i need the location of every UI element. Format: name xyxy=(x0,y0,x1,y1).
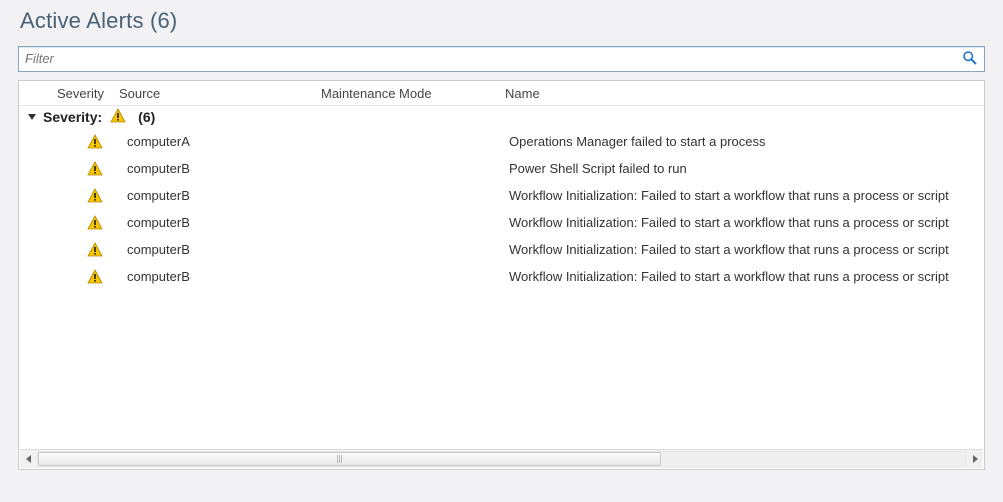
group-count: (6) xyxy=(138,109,155,125)
cell-source: computerB xyxy=(115,215,327,230)
warning-icon xyxy=(75,215,115,231)
warning-icon xyxy=(75,161,115,177)
column-header-source[interactable]: Source xyxy=(117,86,319,101)
collapse-icon[interactable] xyxy=(27,109,37,125)
page-title: Active Alerts (6) xyxy=(18,0,985,46)
table-row[interactable]: computerB Workflow Initialization: Failed… xyxy=(19,236,984,263)
cell-source: computerB xyxy=(115,188,327,203)
warning-icon xyxy=(75,242,115,258)
cell-name: Workflow Initialization: Failed to start… xyxy=(509,269,984,284)
column-header-name[interactable]: Name xyxy=(503,86,984,101)
table-row[interactable]: computerB Power Shell Script failed to ru… xyxy=(19,155,984,182)
scroll-track[interactable] xyxy=(37,451,966,467)
horizontal-scrollbar[interactable] xyxy=(20,449,983,468)
grid-header: Severity Source Maintenance Mode Name xyxy=(19,81,984,106)
search-icon[interactable] xyxy=(962,50,978,69)
cell-name: Workflow Initialization: Failed to start… xyxy=(509,215,984,230)
warning-icon xyxy=(75,269,115,285)
filter-box[interactable] xyxy=(18,46,985,72)
active-alerts-panel: Active Alerts (6) Severity Source Mainte… xyxy=(0,0,1003,502)
table-row[interactable]: computerA Operations Manager failed to st… xyxy=(19,128,984,155)
filter-input[interactable] xyxy=(19,47,984,69)
cell-source: computerB xyxy=(115,161,327,176)
group-row-severity[interactable]: Severity: (6) xyxy=(19,106,984,128)
cell-name: Workflow Initialization: Failed to start… xyxy=(509,188,984,203)
column-header-maintenance-mode[interactable]: Maintenance Mode xyxy=(319,86,503,101)
table-row[interactable]: computerB Workflow Initialization: Failed… xyxy=(19,182,984,209)
scroll-right-button[interactable] xyxy=(966,451,983,467)
warning-icon xyxy=(75,134,115,150)
alerts-grid: Severity Source Maintenance Mode Name Se… xyxy=(18,80,985,470)
cell-source: computerB xyxy=(115,242,327,257)
cell-source: computerA xyxy=(115,134,327,149)
grid-body: computerA Operations Manager failed to st… xyxy=(19,128,984,290)
scroll-thumb[interactable] xyxy=(38,452,661,466)
warning-icon xyxy=(110,108,126,127)
cell-source: computerB xyxy=(115,269,327,284)
column-header-severity[interactable]: Severity xyxy=(55,86,117,101)
scroll-left-button[interactable] xyxy=(20,451,37,467)
cell-name: Power Shell Script failed to run xyxy=(509,161,984,176)
table-row[interactable]: computerB Workflow Initialization: Failed… xyxy=(19,263,984,290)
group-label: Severity: xyxy=(43,109,102,125)
cell-name: Workflow Initialization: Failed to start… xyxy=(509,242,984,257)
cell-name: Operations Manager failed to start a pro… xyxy=(509,134,984,149)
table-row[interactable]: computerB Workflow Initialization: Failed… xyxy=(19,209,984,236)
warning-icon xyxy=(75,188,115,204)
